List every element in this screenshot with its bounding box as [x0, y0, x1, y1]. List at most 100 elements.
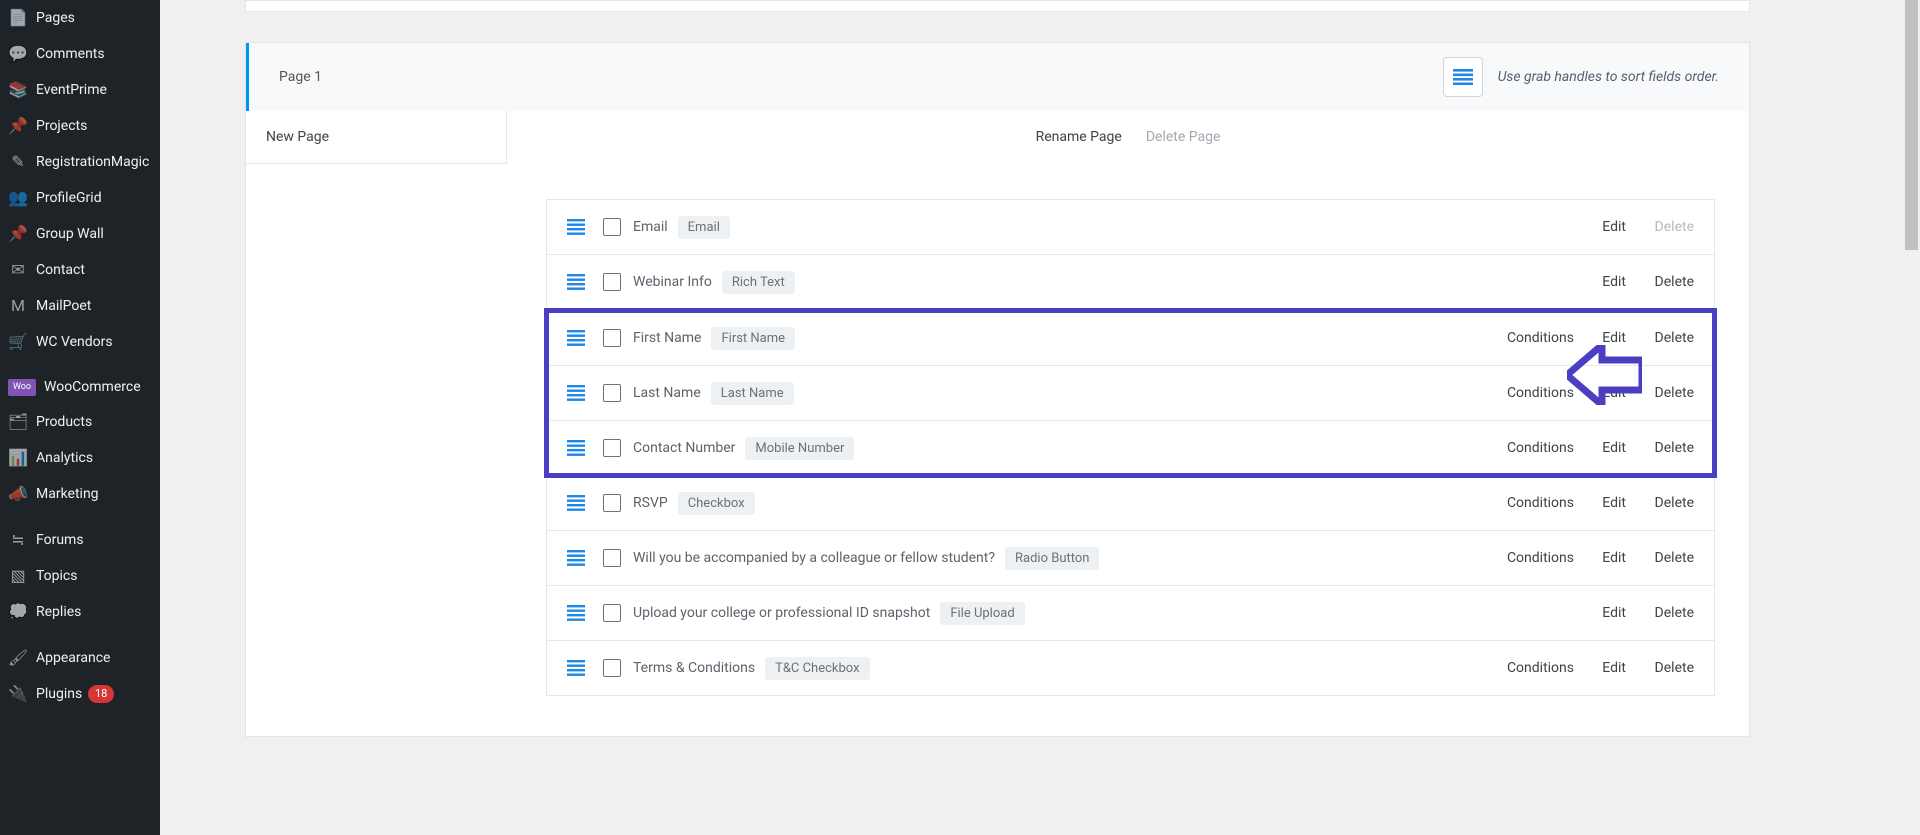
edit-link[interactable]: Edit	[1596, 550, 1626, 566]
sidebar-item-mailpoet[interactable]: MMailPoet	[0, 288, 160, 324]
edit-link[interactable]: Edit	[1596, 274, 1626, 290]
delete-link[interactable]: Delete	[1648, 660, 1694, 676]
row-actions: Conditions Edit Delete	[1500, 550, 1694, 566]
drag-handle[interactable]	[567, 273, 585, 291]
admin-sidebar: 📄 Pages 💬Comments📚EventPrime📌Projects ✎ Regi…	[0, 0, 160, 835]
sidebar-item-label: Pages	[36, 9, 75, 27]
field-row: First Name First Name Conditions Edit Delete	[546, 310, 1715, 366]
drag-handle[interactable]	[567, 604, 585, 622]
sidebar-item-label: Comments	[36, 45, 105, 63]
form-panel: Page 1 Use grab handles to sort fields o…	[245, 42, 1750, 737]
sidebar-item-label: Plugins	[36, 685, 82, 703]
row-checkbox[interactable]	[603, 329, 621, 347]
sidebar-item-analytics[interactable]: 📊Analytics	[0, 440, 160, 476]
delete-link[interactable]: Delete	[1648, 330, 1694, 346]
sidebar-item-topics[interactable]: ▧Topics	[0, 558, 160, 594]
field-label: First Name	[633, 330, 701, 346]
edit-link[interactable]: Edit	[1596, 495, 1626, 511]
sidebar-item-label: Analytics	[36, 449, 93, 467]
conditions-link[interactable]: Conditions	[1500, 440, 1574, 456]
row-checkbox[interactable]	[603, 384, 621, 402]
conditions-link[interactable]: Conditions	[1500, 330, 1574, 346]
grip-icon	[567, 330, 585, 346]
conditions-link[interactable]: Conditions	[1500, 660, 1574, 676]
sidebar-item-appearance[interactable]: 🖌Appearance	[0, 640, 160, 676]
vertical-scrollbar[interactable]	[1903, 0, 1920, 835]
drag-handle[interactable]	[567, 659, 585, 677]
edit-link[interactable]: Edit	[1596, 330, 1626, 346]
conditions-link	[1500, 605, 1574, 621]
sidebar-item-label: RegistrationMagic	[36, 153, 149, 171]
delete-link[interactable]: Delete	[1648, 385, 1694, 401]
delete-link[interactable]: Delete	[1648, 605, 1694, 621]
row-checkbox[interactable]	[603, 494, 621, 512]
sidebar-item-replies[interactable]: 💭Replies	[0, 594, 160, 630]
field-row: Last NameLast NameConditionsEditDelete	[546, 366, 1715, 421]
rename-page-link[interactable]: Rename Page	[1036, 129, 1122, 145]
sidebar-item-comments[interactable]: 💬Comments	[0, 36, 160, 72]
sidebar-item-contact[interactable]: ✉Contact	[0, 252, 160, 288]
sidebar-item-wc-vendors[interactable]: 🛒WC Vendors	[0, 324, 160, 360]
delete-link: Delete	[1648, 219, 1694, 235]
sidebar-item-label: WooCommerce	[44, 378, 141, 396]
topics-icon: ▧	[8, 566, 28, 586]
field-type-badge: Email	[678, 216, 730, 239]
delete-link[interactable]: Delete	[1648, 440, 1694, 456]
edit-link[interactable]: Edit	[1596, 605, 1626, 621]
sidebar-item-registrationmagic[interactable]: ✎ RegistrationMagic	[0, 144, 160, 180]
row-checkbox[interactable]	[603, 659, 621, 677]
projects-icon: 📌	[8, 116, 28, 136]
drag-handle[interactable]	[567, 439, 585, 457]
sort-button[interactable]	[1443, 57, 1483, 97]
edit-link[interactable]: Edit	[1596, 219, 1626, 235]
drag-handle[interactable]	[567, 218, 585, 236]
sidebar-item-profilegrid[interactable]: 👥ProfileGrid	[0, 180, 160, 216]
drag-handle[interactable]	[567, 494, 585, 512]
conditions-link[interactable]: Conditions	[1500, 550, 1574, 566]
drag-handle[interactable]	[567, 384, 585, 402]
delete-link[interactable]: Delete	[1648, 550, 1694, 566]
row-checkbox[interactable]	[603, 439, 621, 457]
sidebar-item-marketing[interactable]: 📣Marketing	[0, 476, 160, 512]
grip-icon	[567, 440, 585, 456]
field-row: Upload your college or professional ID s…	[546, 586, 1715, 641]
sidebar-item-pages[interactable]: 📄 Pages	[0, 0, 160, 36]
sidebar-item-eventprime[interactable]: 📚EventPrime	[0, 72, 160, 108]
drag-handle[interactable]	[567, 549, 585, 567]
delete-link[interactable]: Delete	[1648, 495, 1694, 511]
edit-link[interactable]: Edit	[1596, 660, 1626, 676]
page-title: Page 1	[279, 69, 322, 85]
sidebar-item-forums[interactable]: ≒Forums	[0, 522, 160, 558]
delete-page-link: Delete Page	[1146, 129, 1221, 145]
plugins-icon: 🔌	[8, 684, 28, 704]
row-checkbox[interactable]	[603, 218, 621, 236]
conditions-link	[1500, 219, 1574, 235]
replies-icon: 💭	[8, 602, 28, 622]
field-row: EmailEmail EditDelete	[546, 199, 1715, 255]
drag-handle[interactable]	[567, 329, 585, 347]
field-row: Webinar InfoRich Text EditDelete	[546, 255, 1715, 310]
field-label: Upload your college or professional ID s…	[633, 605, 930, 621]
row-actions: Edit Delete	[1500, 274, 1694, 290]
new-page-tab[interactable]: New Page	[246, 111, 507, 164]
field-label: Last Name	[633, 385, 701, 401]
top-strip	[245, 0, 1750, 12]
delete-link[interactable]: Delete	[1648, 274, 1694, 290]
sidebar-item-woocommerce[interactable]: WooWooCommerce	[0, 370, 160, 404]
sidebar-item-group-wall[interactable]: 📌Group Wall	[0, 216, 160, 252]
profilegrid-icon: 👥	[8, 188, 28, 208]
sidebar-item-products[interactable]: 🗂Products	[0, 404, 160, 440]
edit-link[interactable]: Edit	[1596, 440, 1626, 456]
conditions-link[interactable]: Conditions	[1500, 495, 1574, 511]
row-checkbox[interactable]	[603, 273, 621, 291]
scrollbar-thumb[interactable]	[1905, 0, 1918, 250]
pages-icon: 📄	[8, 8, 28, 28]
row-checkbox[interactable]	[603, 549, 621, 567]
regmagic-icon: ✎	[8, 152, 28, 172]
sidebar-item-plugins[interactable]: 🔌Plugins18	[0, 676, 160, 712]
sidebar-item-projects[interactable]: 📌Projects	[0, 108, 160, 144]
field-type-badge: First Name	[711, 327, 795, 350]
conditions-link[interactable]: Conditions	[1500, 385, 1574, 401]
grip-icon	[567, 550, 585, 566]
row-checkbox[interactable]	[603, 604, 621, 622]
